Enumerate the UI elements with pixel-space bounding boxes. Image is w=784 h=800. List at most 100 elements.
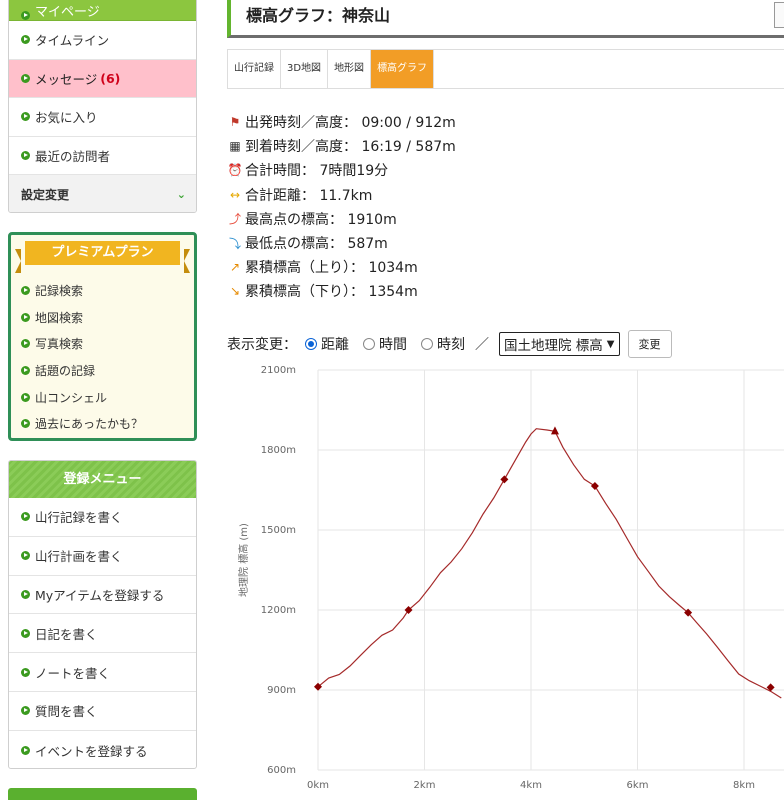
- sidebar-item-recent-visitors[interactable]: 最近の訪問者: [9, 137, 196, 175]
- premium-plan-box: プレミアムプラン 記録検索 地図検索 写真検索 話題の記録 山コンシェル 過去に…: [8, 232, 197, 441]
- register-item-plan[interactable]: 山行計画を書く: [9, 537, 196, 576]
- waypoint-marker: [590, 482, 599, 490]
- highest-point-icon: ⤴: [228, 212, 241, 227]
- register-item-question[interactable]: 質問を書く: [9, 692, 196, 731]
- sidebar-item-messages[interactable]: メッセージ (6): [9, 59, 196, 98]
- mypage-header[interactable]: マイページ: [9, 0, 196, 21]
- premium-item-map-search[interactable]: 地図検索: [21, 304, 143, 331]
- stat-text: 到着時刻／高度： 16:19 / 587m: [245, 139, 456, 156]
- stat-row: ↗ 累積標高（上り）： 1034m: [227, 255, 456, 279]
- sidebar-item-favorites[interactable]: お気に入り: [9, 98, 196, 137]
- register-item-label: Myアイテムを登録する: [35, 587, 165, 603]
- register-item-label: 日記を書く: [35, 626, 98, 642]
- apply-button[interactable]: 変更: [627, 330, 672, 358]
- display-controls: 表示変更： 距離 時間 時刻 ／ 国土地理院 標高 ▼ 変更: [227, 330, 672, 358]
- radio-distance[interactable]: [305, 338, 317, 350]
- elevation-source-select[interactable]: 国土地理院 標高 ▼: [499, 332, 620, 356]
- register-item-label: ノートを書く: [35, 665, 111, 681]
- register-item-note[interactable]: ノートを書く: [9, 653, 196, 692]
- x-tick-label: 8km: [733, 780, 755, 791]
- y-tick-label: 600m: [267, 765, 296, 776]
- bullet-arrow-icon: [21, 551, 30, 561]
- tab-record[interactable]: 山行記録: [228, 50, 281, 88]
- stat-text: 累積標高（上り）： 1034m: [245, 260, 418, 277]
- stat-row: ⤴ 最高点の標高： 1910m: [227, 207, 456, 231]
- stat-row: ↔ 合計距離： 11.7km: [227, 183, 456, 207]
- premium-item-label: 写真検索: [35, 337, 84, 352]
- register-item-label: イベントを登録する: [35, 743, 148, 759]
- stat-row: ⚑ 出発時刻／高度： 09:00 / 912m: [227, 110, 456, 134]
- distance-icon: ↔: [229, 187, 241, 202]
- settings-label: 設定変更: [21, 187, 70, 202]
- page-title: 標高グラフ：神奈山: [246, 6, 391, 25]
- bullet-arrow-icon: [21, 112, 30, 122]
- register-item-my-item[interactable]: Myアイテムを登録する: [9, 576, 196, 615]
- stat-text: 合計距離： 11.7km: [245, 187, 373, 204]
- x-tick-label: 4km: [520, 780, 542, 791]
- mypage-menu: マイページ タイムライン メッセージ (6) お気に入り 最近の訪問者 設定変更…: [8, 0, 197, 213]
- y-tick-label: 900m: [267, 685, 296, 696]
- clock-icon: ⏰: [227, 163, 243, 178]
- premium-item-past-maybe[interactable]: 過去にあったかも？: [21, 410, 143, 437]
- side-button[interactable]: [774, 2, 784, 28]
- register-item-event[interactable]: イベントを登録する: [9, 731, 196, 768]
- select-value: 国土地理院 標高: [504, 338, 603, 354]
- register-item-label: 山行計画を書く: [35, 549, 123, 565]
- lowest-point-icon: ⤵: [228, 236, 241, 251]
- premium-item-label: 話題の記録: [35, 363, 96, 378]
- premium-item-record-search[interactable]: 記録検索: [21, 277, 143, 304]
- bullet-arrow-icon: [21, 392, 30, 402]
- stat-text: 最高点の標高： 1910m: [245, 211, 397, 228]
- x-tick-label: 0km: [307, 780, 329, 791]
- x-tick-label: 2km: [414, 780, 436, 791]
- sidebar-item-label: タイムライン: [35, 33, 110, 49]
- premium-plan-title: プレミアムプラン: [15, 241, 190, 273]
- radio-clock-label[interactable]: 時刻: [437, 334, 465, 354]
- tab-topo-map[interactable]: 地形図: [328, 50, 372, 88]
- tab-elevation-graph[interactable]: 標高グラフ: [371, 50, 435, 88]
- register-menu-title: 登録メニュー: [9, 461, 196, 498]
- chevron-down-icon: ▼: [606, 338, 615, 350]
- ascent-icon: ↗: [229, 260, 241, 275]
- bullet-arrow-icon: [21, 73, 30, 83]
- premium-item-label: 過去にあったかも？: [35, 417, 144, 432]
- radio-time-label[interactable]: 時間: [379, 334, 407, 354]
- bullet-arrow-icon: [21, 512, 30, 522]
- settings-toggle[interactable]: 設定変更 ⌄: [9, 175, 196, 212]
- radio-time[interactable]: [363, 338, 375, 350]
- register-item-label: 質問を書く: [35, 704, 98, 720]
- radio-clock[interactable]: [421, 338, 433, 350]
- message-count-badge: (6): [100, 70, 121, 86]
- stat-row: ⏰ 合計時間： 7時間19分: [227, 158, 456, 182]
- premium-item-label: 記録検索: [35, 283, 84, 298]
- descent-icon: ↘: [229, 284, 241, 299]
- y-tick-label: 2100m: [261, 365, 296, 376]
- stat-row: ↘ 累積標高（下り）： 1354m: [227, 279, 456, 303]
- x-tick-label: 6km: [627, 780, 649, 791]
- stat-text: 出発時刻／高度： 09:00 / 912m: [245, 115, 456, 132]
- premium-item-label: 山コンシェル: [35, 390, 108, 405]
- register-item-diary[interactable]: 日記を書く: [9, 614, 196, 654]
- register-item-label: 山行記録を書く: [35, 510, 123, 526]
- premium-item-label: 地図検索: [35, 310, 84, 325]
- radio-distance-label[interactable]: 距離: [321, 334, 349, 354]
- sidebar-item-label: メッセージ: [35, 71, 98, 87]
- stat-text: 最低点の標高： 587m: [245, 236, 388, 253]
- next-box-header: [8, 788, 197, 800]
- register-item-record[interactable]: 山行記録を書く: [9, 498, 196, 537]
- premium-item-concierge[interactable]: 山コンシェル: [21, 384, 143, 411]
- premium-item-topic-records[interactable]: 話題の記録: [21, 357, 143, 384]
- y-tick-label: 1200m: [261, 605, 296, 616]
- premium-item-photo-search[interactable]: 写真検索: [21, 330, 143, 357]
- waypoint-marker: [500, 475, 509, 484]
- bullet-arrow-icon: [21, 419, 30, 429]
- route-stats: ⚑ 出発時刻／高度： 09:00 / 912m ▦ 到着時刻／高度： 16:19 / …: [227, 110, 456, 304]
- bullet-arrow-icon: [21, 150, 30, 160]
- sidebar-item-timeline[interactable]: タイムライン: [9, 21, 196, 60]
- y-tick-label: 1500m: [261, 525, 296, 536]
- sidebar-item-label: お気に入り: [35, 110, 98, 126]
- display-label: 表示変更：: [227, 337, 297, 353]
- bullet-arrow-icon: [21, 339, 30, 349]
- tab-3d-map[interactable]: 3D地図: [281, 50, 329, 88]
- bullet-arrow-icon: [21, 706, 30, 716]
